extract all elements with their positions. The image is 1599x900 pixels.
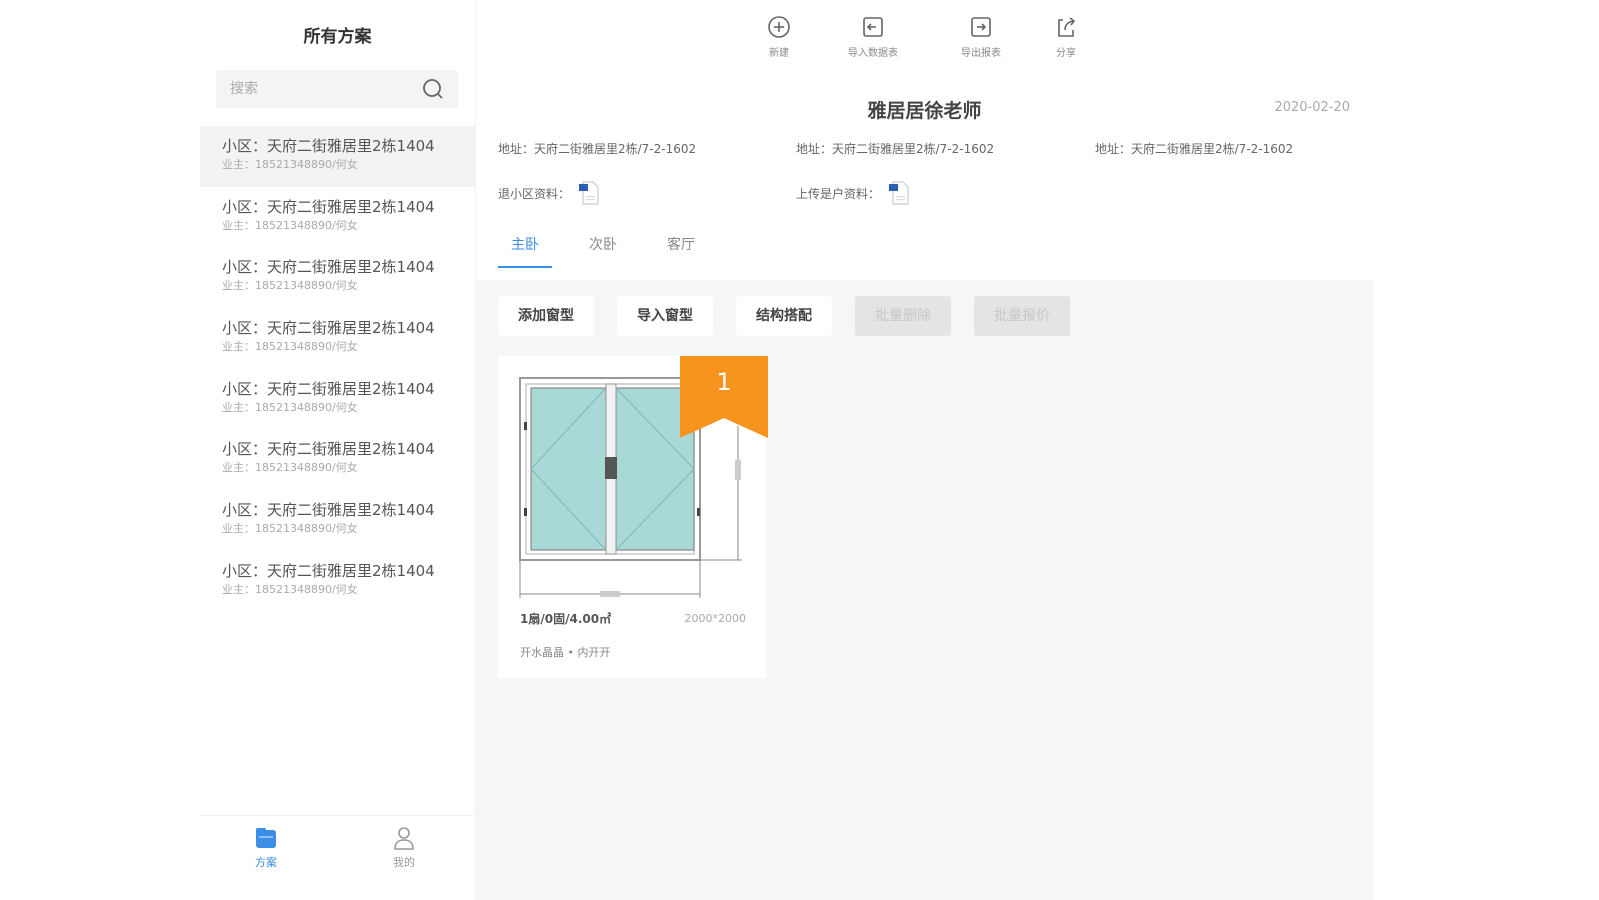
tab-living-room[interactable]: 客厅 <box>654 234 708 266</box>
plan-name: 小区：天府二街雅居里2栋1404 <box>222 197 435 216</box>
attachment-community: 退小区资料： <box>498 180 600 206</box>
word-file-icon[interactable] <box>888 180 910 206</box>
list-item[interactable]: 小区：天府二街雅居里2栋1404 业主：18521348890/何女 <box>200 308 475 369</box>
plan-owner: 业主：18521348890/何女 <box>222 582 358 596</box>
plan-list: 小区：天府二街雅居里2栋1404 业主：18521348890/何女 小区：天府… <box>200 126 475 612</box>
window-card[interactable]: 1 1扇/0固/4.00㎡ 2000*2000 开水晶晶 • 内开开 <box>498 356 768 678</box>
address-text: 地址：天府二街雅居里2栋/7-2-1602 <box>498 142 697 156</box>
list-item[interactable]: 小区：天府二街雅居里2栋1404 业主：18521348890/何女 <box>200 429 475 490</box>
nav-mine[interactable]: 我的 <box>364 824 444 870</box>
attachment-label: 退小区资料： <box>498 186 571 201</box>
new-label: 新建 <box>769 48 789 59</box>
share-label: 分享 <box>1056 48 1076 59</box>
add-window-button[interactable]: 添加窗型 <box>498 296 594 336</box>
word-file-icon[interactable] <box>578 180 600 206</box>
nav-mine-label: 我的 <box>393 856 415 869</box>
window-spec: 1扇/0固/4.00㎡ <box>520 612 612 626</box>
export-icon <box>971 17 991 37</box>
window-size: 2000*2000 <box>684 612 747 625</box>
list-item[interactable]: 小区：天府二街雅居里2栋1404 业主：18521348890/何女 <box>200 247 475 308</box>
new-button[interactable]: 新建 <box>734 14 824 59</box>
list-item[interactable]: 小区：天府二街雅居里2栋1404 业主：18521348890/何女 <box>200 126 475 187</box>
content-area: 添加窗型 导入窗型 结构搭配 批量删除 批量报价 1 1扇/0固/4.00㎡ 2… <box>476 280 1373 900</box>
tab-master-bedroom[interactable]: 主卧 <box>498 234 552 268</box>
search-input[interactable] <box>230 70 420 108</box>
list-item[interactable]: 小区：天府二街雅居里2栋1404 业主：18521348890/何女 <box>200 369 475 430</box>
import-window-button[interactable]: 导入窗型 <box>617 296 713 336</box>
import-label: 导入数据表 <box>848 48 898 59</box>
address-text: 地址：天府二街雅居里2栋/7-2-1602 <box>1095 142 1294 156</box>
plan-owner: 业主：18521348890/何女 <box>222 279 358 293</box>
share-button[interactable]: 分享 <box>1021 14 1111 59</box>
plan-owner: 业主：18521348890/何女 <box>222 218 358 232</box>
tab-second-bedroom[interactable]: 次卧 <box>576 234 630 266</box>
plan-name: 小区：天府二街雅居里2栋1404 <box>222 137 435 155</box>
address-text: 地址：天府二街雅居里2栋/7-2-1602 <box>796 142 995 156</box>
page-title: 雅居居徐老师 <box>867 100 982 122</box>
main-panel: 新建 导入数据表 导出报表 分享 雅居居徐老师 2020-02-20 地址：天府… <box>475 0 1373 900</box>
card-number-badge: 1 <box>716 368 732 396</box>
sidebar: 所有方案 小区：天府二街雅居里2栋1404 业主：18521348890/何女 … <box>200 0 475 900</box>
plan-name: 小区：天府二街雅居里2栋1404 <box>222 440 435 459</box>
window-description: 开水晶晶 • 内开开 <box>520 646 611 659</box>
search-box[interactable] <box>216 70 458 108</box>
plan-name: 小区：天府二街雅居里2栋1404 <box>222 501 435 520</box>
nav-plan-label: 方案 <box>255 856 277 869</box>
structure-match-button[interactable]: 结构搭配 <box>736 296 832 336</box>
search-icon[interactable] <box>422 78 444 100</box>
plan-owner: 业主：18521348890/何女 <box>222 461 358 475</box>
list-item[interactable]: 小区：天府二街雅居里2栋1404 业主：18521348890/何女 <box>200 551 475 612</box>
plus-circle-icon <box>768 16 790 38</box>
plan-date: 2020-02-20 <box>1274 100 1350 115</box>
share-icon <box>1058 17 1076 37</box>
user-icon <box>394 827 414 850</box>
plan-name: 小区：天府二街雅居里2栋1404 <box>222 561 435 580</box>
export-button[interactable]: 导出报表 <box>936 14 1026 59</box>
toolbar: 新建 导入数据表 导出报表 分享 <box>476 14 1373 64</box>
list-item[interactable]: 小区：天府二街雅居里2栋1404 业主：18521348890/何女 <box>200 490 475 551</box>
export-label: 导出报表 <box>961 48 1001 59</box>
plan-owner: 业主：18521348890/何女 <box>222 158 358 171</box>
plan-owner: 业主：18521348890/何女 <box>222 522 358 536</box>
import-icon <box>863 17 883 37</box>
batch-delete-button[interactable]: 批量删除 <box>855 296 951 336</box>
plan-name: 小区：天府二街雅居里2栋1404 <box>222 319 435 338</box>
attachment-label: 上传是户资料： <box>796 186 881 201</box>
nav-plan[interactable]: 方案 <box>226 824 306 870</box>
plan-name: 小区：天府二街雅居里2栋1404 <box>222 258 435 277</box>
attachment-customer: 上传是户资料： <box>796 180 910 206</box>
plan-owner: 业主：18521348890/何女 <box>222 340 358 354</box>
sidebar-title: 所有方案 <box>303 27 372 47</box>
bottom-nav: 方案 我的 <box>200 815 475 900</box>
folder-icon <box>256 828 276 848</box>
import-button[interactable]: 导入数据表 <box>828 14 918 59</box>
batch-quote-button[interactable]: 批量报价 <box>974 296 1070 336</box>
plan-name: 小区：天府二街雅居里2栋1404 <box>222 379 435 398</box>
list-item[interactable]: 小区：天府二街雅居里2栋1404 业主：18521348890/何女 <box>200 187 475 248</box>
plan-owner: 业主：18521348890/何女 <box>222 400 358 414</box>
